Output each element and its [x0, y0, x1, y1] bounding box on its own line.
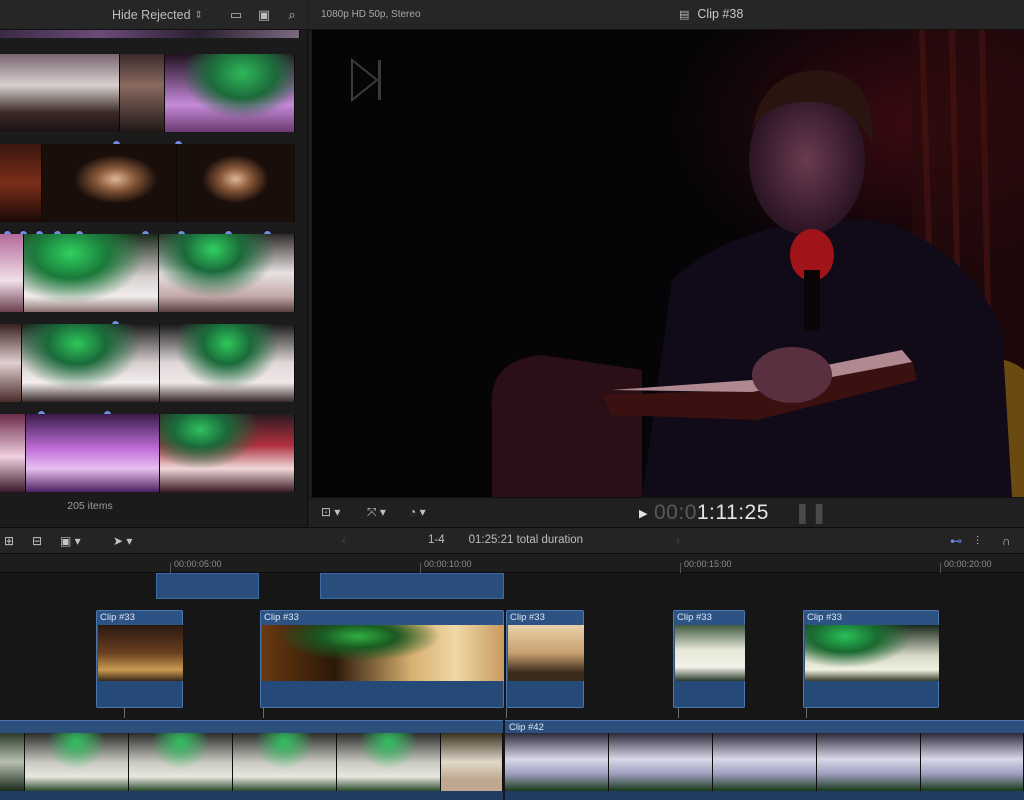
- forward-arrow-icon[interactable]: ›: [676, 533, 680, 547]
- project-format-label: 1080p HD 50p, Stereo: [321, 9, 421, 20]
- clip-label: Clip #33: [100, 612, 135, 623]
- timeline-duration: 01:25:21 total duration: [468, 534, 584, 546]
- insert-clip-icon[interactable]: ⊟: [32, 534, 42, 548]
- viewer-frame-image: [312, 30, 1024, 497]
- connected-clip[interactable]: Clip #33: [803, 610, 939, 708]
- speed-retime-icon[interactable]: ◔ ▾: [409, 505, 426, 519]
- viewer-controls: ⊡ ▾ ⤧ ▾ ◔ ▾ ▶ 00:01:11:25 ❚❚: [309, 497, 1024, 527]
- timecode-dim: 00:0: [654, 501, 697, 524]
- back-arrow-icon[interactable]: ‹: [342, 533, 346, 547]
- audio-skimming-icon[interactable]: ⫶: [976, 534, 979, 549]
- play-icon[interactable]: ▶: [639, 507, 647, 520]
- clip-filter-label: Hide Rejected: [112, 8, 191, 22]
- connect-clip-icon[interactable]: ⊞: [4, 534, 14, 548]
- headphones-icon[interactable]: ∩: [1002, 534, 1011, 548]
- timecode-display[interactable]: 00:01:11:25: [654, 501, 769, 525]
- timeline[interactable]: 00:00:05:00 00:00:10:00 00:00:15:00 00:0…: [0, 555, 1024, 800]
- clip-filter-select[interactable]: Hide Rejected ⇕: [112, 6, 203, 24]
- clip-label: Clip #33: [677, 612, 712, 623]
- browser-settings-icon[interactable]: ▣: [256, 7, 272, 23]
- viewer-clip-title: ▤ Clip #38: [679, 7, 743, 21]
- timeline-range: 1-4: [428, 534, 445, 546]
- clip-appearance-icon[interactable]: ▭: [228, 7, 244, 23]
- browser-pane: Hide Rejected ⇕ ▭ ▣ ⌕ 205 items: [0, 0, 308, 526]
- clip-label: Clip #33: [510, 612, 545, 623]
- browser-toolbar: Hide Rejected ⇕ ▭ ▣ ⌕: [0, 0, 308, 30]
- search-icon[interactable]: ⌕: [284, 7, 300, 23]
- timeline-toolbar: ⊞ ⊟ ▣ ▾ ➤ ▾ ‹ 1-4 01:25:21 total duratio…: [0, 527, 1024, 554]
- overwrite-clip-icon[interactable]: ▣ ▾: [60, 534, 81, 548]
- filmstrip-clip[interactable]: [0, 410, 300, 494]
- primary-storyline-clip[interactable]: Clip #42: [505, 720, 1024, 800]
- connected-audio-clip[interactable]: [320, 573, 504, 599]
- filmstrip-icon: ▤: [679, 8, 690, 21]
- filmstrip-clip[interactable]: [0, 50, 300, 134]
- connected-clip[interactable]: Clip #33: [260, 610, 504, 708]
- updown-chevron-icon: ⇕: [194, 9, 203, 21]
- browser-filmstrips: [0, 30, 300, 494]
- filmstrip-clip[interactable]: [0, 320, 300, 404]
- filmstrip-clip[interactable]: [0, 230, 300, 314]
- filmstrip-partial[interactable]: [0, 30, 300, 40]
- ruler-tick: 00:00:15:00: [684, 559, 732, 569]
- audio-meter-icon: ❚❚: [794, 502, 828, 524]
- timeline-info: 1-4 01:25:21 total duration: [428, 534, 583, 546]
- select-tool-icon[interactable]: ➤ ▾: [113, 534, 132, 548]
- filmstrip-clip[interactable]: [0, 140, 300, 224]
- ruler-tick: 00:00:10:00: [424, 559, 472, 569]
- clip-skimming-icon[interactable]: ⊷: [950, 534, 962, 548]
- viewer-canvas[interactable]: [312, 30, 1024, 497]
- connected-audio-clip[interactable]: [156, 573, 259, 599]
- transform-tools-icon[interactable]: ⤧ ▾: [367, 505, 386, 520]
- timecode-bright: 1:11:25: [696, 501, 769, 524]
- clip-label: Clip #33: [264, 612, 299, 623]
- connected-clip[interactable]: Clip #33: [506, 610, 584, 708]
- connected-clip[interactable]: Clip #33: [673, 610, 745, 708]
- connected-clip[interactable]: Clip #33: [96, 610, 183, 708]
- viewer-header: 1080p HD 50p, Stereo ▤ Clip #38: [309, 0, 1024, 30]
- ruler-tick: 00:00:20:00: [944, 559, 992, 569]
- viewer-clip-name: Clip #38: [697, 7, 744, 21]
- final-cut-window: Hide Rejected ⇕ ▭ ▣ ⌕ 205 items 1080p HD…: [0, 0, 1024, 800]
- clip-label: Clip #33: [807, 612, 842, 623]
- ruler-tick: 00:00:05:00: [174, 559, 222, 569]
- clip-label: Clip #42: [509, 722, 544, 733]
- browser-item-count: 205 items: [67, 500, 113, 512]
- primary-storyline-clip[interactable]: [0, 720, 503, 800]
- view-options-icon[interactable]: ⊡ ▾: [321, 505, 340, 519]
- timeline-ruler[interactable]: 00:00:05:00 00:00:10:00 00:00:15:00 00:0…: [0, 555, 1024, 573]
